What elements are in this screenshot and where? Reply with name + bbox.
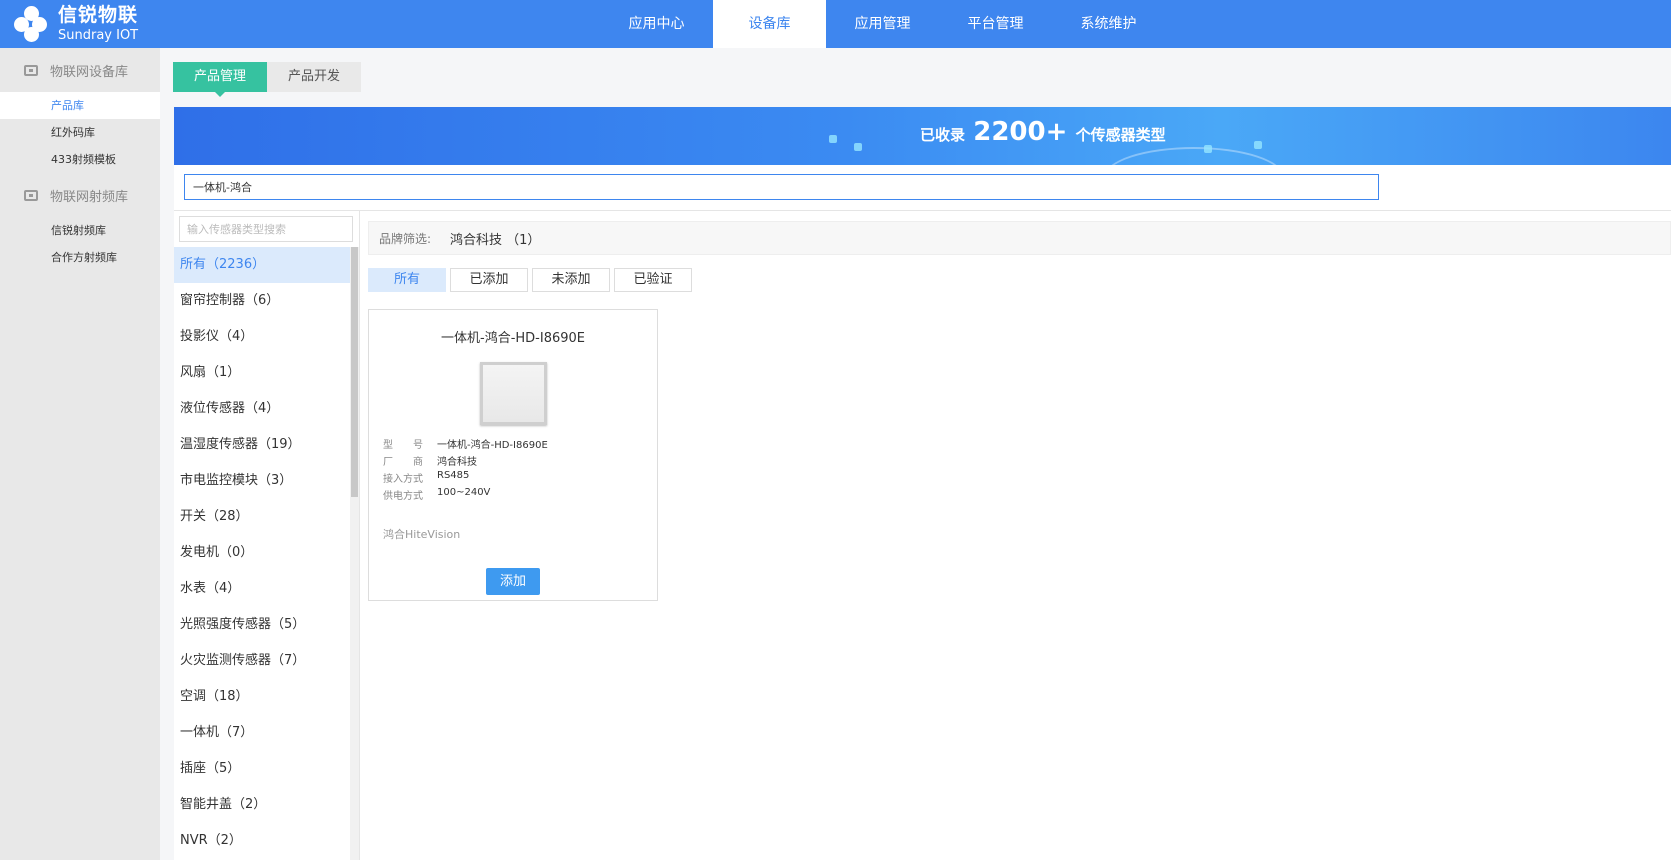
sidebar-group-label: 物联网射频库 [50,189,129,205]
product-search-input[interactable] [185,175,1378,199]
category-panel: 所有（2236）窗帘控制器（6）投影仪（4）风扇（1）液位传感器（4）温湿度传感… [174,211,360,860]
brand-filter-label: 品牌筛选: [379,231,432,246]
category-item[interactable]: 一体机（7） [174,715,350,751]
banner-decoration [854,143,862,151]
category-search [179,216,353,242]
sidebar-group-label: 物联网设备库 [50,64,129,80]
spec-value: 鸿合科技 [437,457,477,468]
banner-headline: 已收录 2200+ 个传感器类型 [920,117,1166,147]
nav-app-center[interactable]: 应用中心 [600,0,713,48]
product-brand-note: 鸿合HiteVision [383,528,461,541]
banner-decoration [1254,141,1262,149]
banner: 已收录 2200+ 个传感器类型 [174,107,1671,165]
divider [174,210,1671,211]
filter-not-added[interactable]: 未添加 [532,268,610,292]
spec-value: 一体机-鸿合-HD-I8690E [437,440,548,451]
spec-label: 接入方式 [383,474,423,485]
sidebar-group-device-library[interactable]: 物联网设备库 [0,48,160,92]
logo[interactable]: 信锐物联 Sundray IOT [14,4,138,44]
category-item[interactable]: 智能井盖（2） [174,787,350,823]
category-item[interactable]: 开关（28） [174,499,350,535]
category-item[interactable]: 窗帘控制器（6） [174,283,350,319]
spec-value: RS485 [437,470,470,481]
product-name: 一体机-鸿合-HD-I8690E [441,331,585,346]
banner-count: 2200+ [973,117,1068,147]
sidebar-item-product-library[interactable]: 产品库 [0,92,160,119]
logo-icon [14,6,50,42]
spec-row: 厂 商 鸿合科技 [383,453,653,468]
category-item[interactable]: 发电机（0） [174,535,350,571]
category-list: 所有（2236） 窗帘控制器（6） 投影仪（4） 风扇（1） 液位传感器（4） 温湿度传感… [174,247,350,859]
category-item[interactable]: 水表（4） [174,571,350,607]
banner-decoration [829,135,837,143]
nav-platform-management[interactable]: 平台管理 [939,0,1052,48]
spec-row: 型 号 一体机-鸿合-HD-I8690E [383,436,653,451]
banner-decoration [1104,147,1284,165]
nav-device-library[interactable]: 设备库 [713,0,826,48]
tab-product-development[interactable]: 产品开发 [267,62,361,92]
brand-filter-option[interactable]: 鸿合科技 （1） [450,229,540,248]
logo-subtitle: Sundray IOT [58,28,139,43]
tab-product-management[interactable]: 产品管理 [173,62,267,97]
main-content: 所有（2236）窗帘控制器（6）投影仪（4）风扇（1）液位传感器（4）温湿度传感… [174,165,1671,860]
filter-verified[interactable]: 已验证 [614,268,692,292]
sidebar-item-ir-code-library[interactable]: 红外码库 [0,119,160,146]
category-item[interactable]: 市电监控模块（3） [174,463,350,499]
category-item[interactable]: NVR（2） [174,823,350,859]
category-item[interactable]: 所有（2236） [174,247,350,283]
product-search [184,174,1379,200]
banner-prefix: 已收录 [920,126,966,144]
sidebar-item-433-rf-template[interactable]: 433射频模板 [0,146,160,173]
category-item[interactable]: 空调（18） [174,679,350,715]
device-icon [24,189,38,201]
banner-suffix: 个传感器类型 [1075,126,1166,144]
category-item[interactable]: 插座（5） [174,751,350,787]
brand-filter: 品牌筛选: 鸿合科技 （1） [368,221,1671,255]
sidebar-item-partner-rf-library[interactable]: 合作方射频库 [0,244,160,271]
filter-all[interactable]: 所有 [368,268,446,292]
category-item[interactable]: 火灾监测传感器（7） [174,643,350,679]
tab-bar: 产品管理 产品开发 [173,62,361,97]
filter-added[interactable]: 已添加 [450,268,528,292]
category-search-input[interactable] [180,217,352,241]
sidebar-group-rf-library[interactable]: 物联网射频库 [0,173,160,217]
category-item[interactable]: 风扇（1） [174,355,350,391]
nav-app-management[interactable]: 应用管理 [826,0,939,48]
nav-system-maintenance[interactable]: 系统维护 [1052,0,1165,48]
category-scrollbar[interactable] [350,247,359,860]
product-card[interactable]: 一体机-鸿合-HD-I8690E 型 号 一体机-鸿合-HD-I8690E 厂 … [368,309,658,601]
banner-decoration [1204,145,1212,153]
spec-value: 100~240V [437,487,491,498]
spec-label: 型 号 [383,440,423,451]
main-nav: 应用中心 设备库 应用管理 平台管理 系统维护 [600,0,1165,48]
spec-row: 供电方式 100~240V [383,487,653,502]
category-item[interactable]: 光照强度传感器（5） [174,607,350,643]
scrollbar-thumb[interactable] [351,247,358,497]
category-item[interactable]: 液位传感器（4） [174,391,350,427]
top-bar: 信锐物联 Sundray IOT 应用中心 设备库 应用管理 平台管理 系统维护 [0,0,1671,48]
device-icon [24,64,38,76]
sidebar: 物联网设备库 产品库 红外码库 433射频模板 物联网射频库 信锐射频库 合作方… [0,48,160,860]
status-filter: 所有 已添加 未添加 已验证 [368,268,696,292]
spec-row: 接入方式 RS485 [383,470,653,485]
category-item[interactable]: 温湿度传感器（19） [174,427,350,463]
spec-label: 厂 商 [383,457,423,468]
product-image [480,362,547,425]
add-product-button[interactable]: 添加 [486,568,540,595]
logo-title: 信锐物联 [58,4,139,26]
category-item[interactable]: 投影仪（4） [174,319,350,355]
sidebar-item-sundray-rf-library[interactable]: 信锐射频库 [0,217,160,244]
spec-label: 供电方式 [383,491,423,502]
